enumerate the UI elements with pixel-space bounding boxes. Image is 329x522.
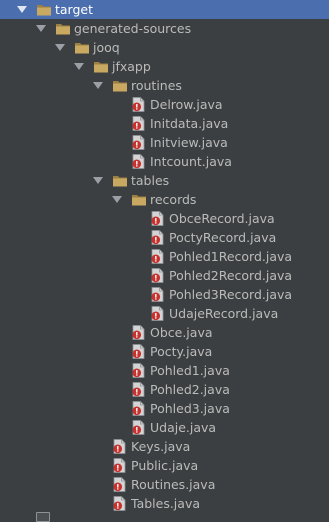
tree-node-folder[interactable]: records: [0, 190, 329, 209]
chevron-down-icon[interactable]: [74, 63, 84, 70]
tree-node-file[interactable]: Public.java: [0, 456, 329, 475]
tree-node-label: Public.java: [131, 458, 199, 473]
tree-node-file[interactable]: Keys.java: [0, 437, 329, 456]
tree-node-folder[interactable]: routines: [0, 76, 329, 95]
tree-node-label: routines: [131, 78, 182, 93]
tree-node-file[interactable]: Pohled2Record.java: [0, 266, 329, 285]
tree-node-label: Pohled2.java: [150, 382, 230, 397]
java-file-error-icon: [131, 135, 147, 150]
tree-node-label: Pohled3Record.java: [169, 287, 293, 302]
java-file-error-icon: [112, 439, 128, 454]
tree-node-label: Intcount.java: [150, 154, 232, 169]
tree-node-label: Delrow.java: [150, 97, 223, 112]
chevron-down-icon[interactable]: [93, 177, 103, 184]
java-file-error-icon: [150, 306, 166, 321]
tree-node-file[interactable]: Pohled2.java: [0, 380, 329, 399]
java-file-error-icon: [150, 268, 166, 283]
java-file-error-icon: [150, 287, 166, 302]
tree-node-file[interactable]: PoctyRecord.java: [0, 228, 329, 247]
tree-node-file[interactable]: UdajeRecord.java: [0, 304, 329, 323]
tree-node-file[interactable]: Routines.java: [0, 475, 329, 494]
folder-icon: [55, 21, 71, 36]
java-file-error-icon: [131, 97, 147, 112]
tree-node-file[interactable]: Tables.java: [0, 494, 329, 513]
tree-node-label: Tables.java: [131, 496, 201, 511]
tree-node-folder[interactable]: tables: [0, 171, 329, 190]
chevron-down-icon[interactable]: [17, 6, 27, 13]
tree-node-label: Initview.java: [150, 135, 228, 150]
tree-node-label: Pocty.java: [150, 344, 213, 359]
folder-icon: [93, 59, 109, 74]
tree-node-file[interactable]: Udaje.java: [0, 418, 329, 437]
tree-node-file[interactable]: Pohled3Record.java: [0, 285, 329, 304]
tree-node-label: UdajeRecord.java: [169, 306, 279, 321]
partially-visible-icon: [36, 512, 50, 522]
tree-node-label: jooq: [93, 40, 120, 55]
java-file-error-icon: [112, 477, 128, 492]
chevron-down-icon[interactable]: [112, 196, 122, 203]
java-file-error-icon: [131, 382, 147, 397]
java-file-error-icon: [112, 458, 128, 473]
java-file-error-icon: [150, 249, 166, 264]
tree-node-label: Keys.java: [131, 439, 191, 454]
tree-node-file[interactable]: Pohled1Record.java: [0, 247, 329, 266]
tree-node-file[interactable]: Obce.java: [0, 323, 329, 342]
tree-node-file[interactable]: ObceRecord.java: [0, 209, 329, 228]
java-file-error-icon: [150, 230, 166, 245]
tree-node-label: generated-sources: [74, 21, 192, 36]
java-file-error-icon: [131, 116, 147, 131]
tree-node-label: target: [55, 2, 94, 17]
tree-node-label: tables: [131, 173, 170, 188]
java-file-error-icon: [131, 325, 147, 340]
java-file-error-icon: [112, 496, 128, 511]
chevron-down-icon[interactable]: [36, 25, 46, 32]
tree-node-label: Routines.java: [131, 477, 216, 492]
java-file-error-icon: [131, 401, 147, 416]
tree-node-label: ObceRecord.java: [169, 211, 275, 226]
tree-node-label: jfxapp: [112, 59, 151, 74]
java-file-error-icon: [131, 344, 147, 359]
tree-node-label: Pohled2Record.java: [169, 268, 293, 283]
tree-node-file[interactable]: Initview.java: [0, 133, 329, 152]
tree-node-label: Initdata.java: [150, 116, 229, 131]
tree-node-file[interactable]: Initdata.java: [0, 114, 329, 133]
tree-node-label: PoctyRecord.java: [169, 230, 277, 245]
tree-node-file[interactable]: Pohled1.java: [0, 361, 329, 380]
java-file-error-icon: [131, 420, 147, 435]
tree-node-folder[interactable]: generated-sources: [0, 19, 329, 38]
folder-icon: [112, 78, 128, 93]
tree-node-folder[interactable]: target: [0, 0, 329, 19]
folder-icon: [131, 192, 147, 207]
java-file-error-icon: [131, 363, 147, 378]
project-tree: target generated-sources jooq jfxapp routine…: [0, 0, 329, 517]
tree-node-file[interactable]: Delrow.java: [0, 95, 329, 114]
tree-node-file[interactable]: Pohled3.java: [0, 399, 329, 418]
tree-node-folder[interactable]: jfxapp: [0, 57, 329, 76]
folder-icon: [112, 173, 128, 188]
tree-node-file[interactable]: Pocty.java: [0, 342, 329, 361]
tree-node-label: Pohled1.java: [150, 363, 230, 378]
folder-icon: [74, 40, 90, 55]
tree-node-file[interactable]: Intcount.java: [0, 152, 329, 171]
tree-node-label: records: [150, 192, 197, 207]
tree-node-folder[interactable]: jooq: [0, 38, 329, 57]
tree-node-label: Udaje.java: [150, 420, 217, 435]
java-file-error-icon: [131, 154, 147, 169]
folder-icon: [36, 2, 52, 17]
tree-node-label: Pohled3.java: [150, 401, 230, 416]
tree-node-label: Pohled1Record.java: [169, 249, 293, 264]
java-file-error-icon: [150, 211, 166, 226]
chevron-down-icon[interactable]: [93, 82, 103, 89]
tree-node-label: Obce.java: [150, 325, 213, 340]
chevron-down-icon[interactable]: [55, 44, 65, 51]
